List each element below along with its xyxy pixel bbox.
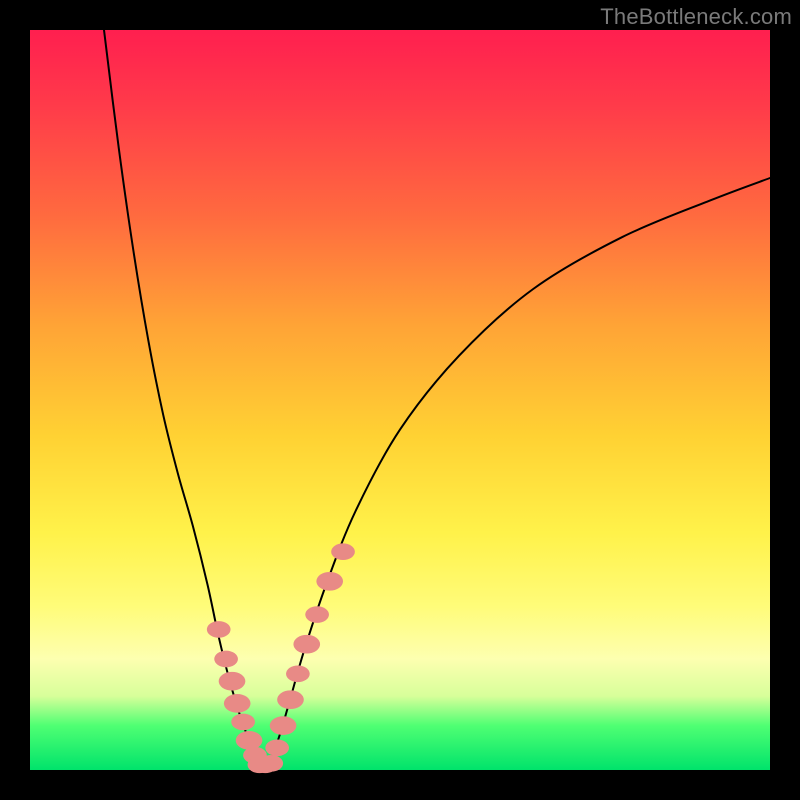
data-marker xyxy=(236,731,263,750)
plot-area xyxy=(30,30,770,770)
data-marker xyxy=(305,606,329,623)
data-marker xyxy=(270,716,297,735)
curve-right-branch xyxy=(267,178,770,766)
data-marker xyxy=(286,665,310,682)
data-marker xyxy=(293,635,320,654)
data-marker xyxy=(331,543,355,560)
data-marker xyxy=(265,739,289,756)
data-marker xyxy=(277,690,304,709)
data-marker xyxy=(231,714,255,731)
data-marker xyxy=(259,755,283,772)
chart-stage: TheBottleneck.com xyxy=(0,0,800,800)
data-markers xyxy=(207,543,355,773)
watermark-text: TheBottleneck.com xyxy=(600,4,792,30)
data-marker xyxy=(214,651,238,668)
data-marker xyxy=(207,621,231,638)
data-marker xyxy=(316,572,343,591)
chart-svg xyxy=(30,30,770,770)
data-marker xyxy=(219,672,246,691)
data-marker xyxy=(224,694,251,713)
